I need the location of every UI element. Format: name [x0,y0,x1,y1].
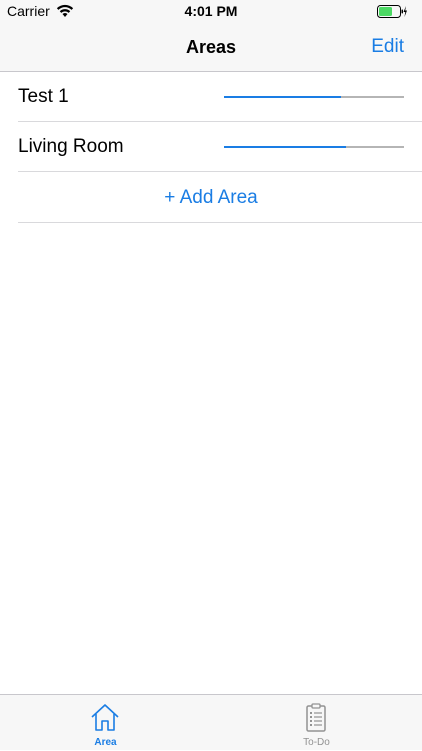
tab-area-label: Area [94,737,117,748]
area-label: Living Room [18,136,124,157]
house-icon [91,704,119,731]
battery-charging-icon [377,5,407,18]
area-progress-bar [224,146,404,148]
navigation-bar: Areas Edit [0,22,422,72]
clipboard-icon [306,703,326,732]
add-area-button[interactable]: + Add Area [18,187,404,209]
area-progress-fill [224,146,347,148]
list-item[interactable]: Test 1 [18,72,422,122]
area-progress-bar [224,96,404,98]
areas-list: Test 1 Living Room + Add Area [0,72,422,223]
clock-label: 4:01 PM [184,3,238,19]
tab-bar: Area To-Do [0,694,422,750]
list-item[interactable]: Living Room [18,122,422,172]
status-bar: Carrier 4:01 PM [0,0,422,22]
tab-area[interactable]: Area [0,695,211,751]
add-area-row: + Add Area [18,172,422,223]
tab-todo-label: To-Do [303,737,330,748]
edit-button[interactable]: Edit [371,36,404,58]
tab-todo[interactable]: To-Do [211,695,422,751]
page-title: Areas [185,37,237,57]
area-progress-fill [224,96,341,98]
area-label: Test 1 [18,86,69,107]
